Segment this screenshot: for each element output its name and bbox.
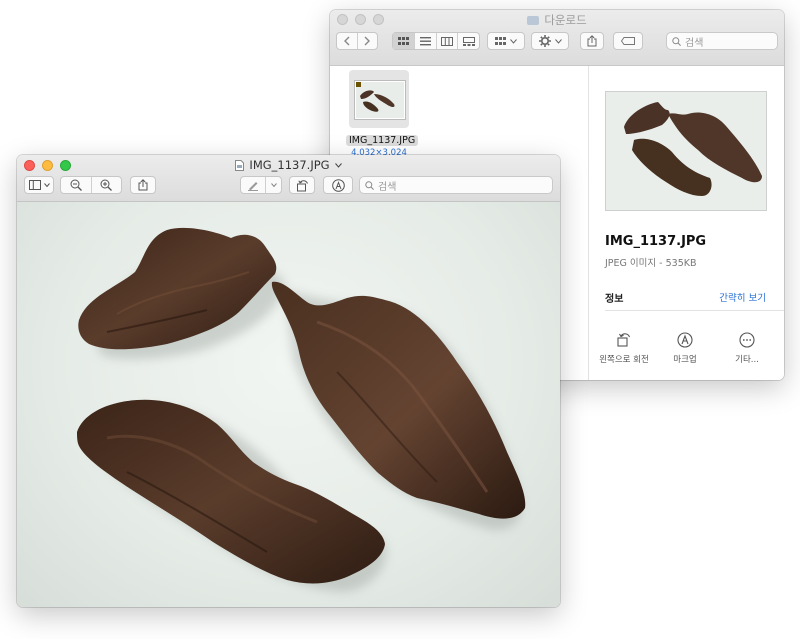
file-name: IMG_1137.JPG: [346, 135, 419, 146]
chevron-down-icon: [270, 183, 277, 187]
action-menu-button[interactable]: [531, 32, 569, 50]
markup-icon: [331, 178, 345, 192]
chevron-down-icon: [334, 162, 342, 168]
gallery-icon: [462, 36, 475, 46]
zoom-out-button[interactable]: [61, 177, 92, 193]
highlight-menu-button[interactable]: [266, 177, 281, 193]
share-button[interactable]: [130, 176, 156, 194]
chevron-left-icon: [343, 36, 350, 46]
grid-icon: [397, 36, 409, 45]
info-heading: 정보: [605, 294, 624, 305]
tag-icon: [621, 37, 635, 45]
more-action[interactable]: 기타...: [717, 331, 777, 365]
column-view-button[interactable]: [437, 33, 459, 49]
finder-title: 다운로드: [330, 12, 784, 28]
rotate-left-icon: [617, 333, 631, 347]
finder-search-input[interactable]: 검색: [666, 32, 778, 50]
chevron-down-icon: [510, 38, 517, 44]
chevron-down-icon: [554, 38, 562, 44]
preview-file-kind: JPEG 이미지 - 535KB: [605, 258, 697, 269]
search-icon: [672, 36, 681, 46]
nav-buttons: [336, 32, 378, 50]
sidebar-toggle-button[interactable]: [24, 176, 54, 194]
rotate-left-icon: [296, 179, 308, 191]
zoom-control: [60, 176, 122, 194]
file-thumbnail-selection: [349, 70, 409, 128]
image-canvas: [17, 202, 560, 607]
preview-title[interactable]: IMG_1137.JPG: [17, 158, 560, 172]
view-mode-control: [392, 32, 480, 50]
document-icon: [235, 159, 245, 171]
file-thumbnail: [355, 81, 405, 119]
wood-bowls-photo: [77, 227, 526, 592]
icon-view-button[interactable]: [393, 33, 415, 49]
rotate-button[interactable]: [289, 176, 315, 194]
wood-bowls-image: [624, 102, 762, 196]
search-icon: [365, 180, 374, 190]
group-by-button[interactable]: [487, 32, 525, 50]
grid-icon: [495, 36, 506, 45]
gallery-view-button[interactable]: [458, 33, 479, 49]
preview-file-name: IMG_1137.JPG: [605, 234, 707, 249]
file-item[interactable]: IMG_1137.JPG 4,032×3,024: [346, 70, 419, 158]
markup-icon: [677, 332, 693, 348]
folder-icon: [527, 15, 540, 25]
list-view-button[interactable]: [415, 33, 437, 49]
preview-search-input[interactable]: 검색: [359, 176, 553, 194]
rotate-left-action[interactable]: 왼쪽으로 회전: [594, 331, 654, 365]
markup-button[interactable]: [323, 176, 353, 194]
show-less-link[interactable]: 간략히 보기: [719, 290, 766, 304]
wood-bowls-thumbnail: [356, 82, 395, 112]
back-button[interactable]: [337, 33, 358, 49]
highlight-button[interactable]: [241, 177, 267, 193]
zoom-out-icon: [70, 179, 82, 191]
sidebar-icon: [28, 180, 41, 190]
zoom-in-button[interactable]: [92, 177, 122, 193]
markup-action[interactable]: 마크업: [655, 331, 715, 365]
forward-button[interactable]: [358, 33, 378, 49]
preview-titlebar: IMG_1137.JPG 검색: [17, 155, 560, 202]
chevron-right-icon: [364, 36, 371, 46]
pen-icon: [248, 182, 259, 191]
columns-icon: [440, 36, 453, 46]
highlight-control: [240, 176, 282, 194]
share-icon: [138, 179, 148, 191]
zoom-in-icon: [100, 179, 113, 191]
chevron-down-icon: [43, 183, 50, 187]
share-icon: [587, 35, 597, 47]
list-icon: [419, 36, 431, 45]
more-icon: [739, 332, 755, 348]
preview-window: IMG_1137.JPG 검색: [17, 155, 560, 607]
finder-titlebar: 다운로드 검색: [330, 10, 784, 66]
preview-pane-image: [605, 91, 767, 211]
finder-preview-pane: IMG_1137.JPG JPEG 이미지 - 535KB 정보 간략히 보기 …: [588, 66, 784, 380]
gear-icon: [538, 35, 551, 47]
tag-button[interactable]: [613, 32, 643, 50]
divider: [605, 310, 784, 311]
share-button[interactable]: [580, 32, 604, 50]
